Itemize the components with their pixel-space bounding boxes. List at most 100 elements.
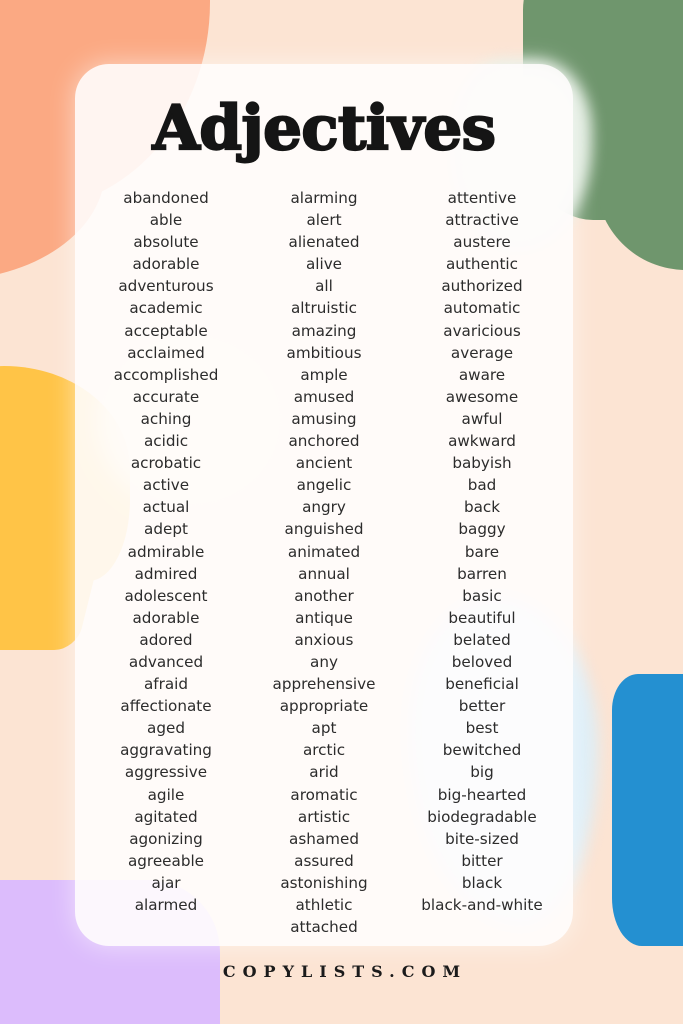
word-item: bite-sized	[445, 829, 519, 848]
word-item: austere	[453, 233, 511, 252]
word-item: altruistic	[290, 299, 357, 318]
word-item: belated	[453, 630, 511, 649]
word-item: absolute	[133, 233, 199, 252]
word-item: bewitched	[442, 741, 522, 760]
word-item: anchored	[288, 432, 360, 451]
word-item: baggy	[458, 520, 506, 539]
word-item: apprehensive	[272, 675, 376, 694]
word-item: aching	[140, 409, 192, 428]
word-item: better	[458, 697, 506, 716]
word-item: angelic	[296, 476, 352, 495]
blue-blob-decoration	[612, 674, 683, 946]
word-item: big-hearted	[437, 785, 527, 804]
word-item: aggravating	[120, 741, 212, 760]
word-item: abandoned	[123, 189, 209, 207]
word-item: arctic	[302, 741, 346, 760]
word-item: advanced	[128, 652, 204, 671]
word-item: any	[310, 652, 338, 671]
word-item: awful	[461, 409, 503, 428]
word-item: amused	[293, 387, 355, 406]
word-item: acrobatic	[130, 454, 202, 473]
word-item: biodegradable	[427, 807, 537, 826]
word-list-card: Adjectives abandoned able absolute adorable…	[75, 64, 573, 946]
word-item: agitated	[134, 807, 198, 826]
word-item: authentic	[445, 255, 518, 274]
word-item: aged	[147, 719, 185, 738]
word-item: awesome	[445, 387, 519, 406]
word-item: accurate	[132, 387, 200, 406]
word-item: agile	[147, 785, 185, 804]
word-item: best	[465, 719, 499, 738]
word-item: arid	[309, 763, 339, 782]
word-item: automatic	[443, 299, 521, 318]
word-item: basic	[462, 586, 502, 605]
word-item: avaricious	[443, 321, 521, 340]
word-item: attentive	[447, 189, 517, 207]
word-item: black-and-white	[421, 896, 543, 914]
word-item: acceptable	[124, 321, 208, 340]
word-item: acidic	[143, 432, 189, 451]
word-item: beautiful	[448, 608, 516, 627]
word-item: beloved	[451, 652, 513, 671]
word-item: average	[450, 343, 514, 362]
word-item: back	[463, 498, 501, 517]
word-item: anguished	[284, 520, 364, 539]
word-item: all	[315, 277, 333, 296]
site-watermark: COPYLISTS.COM	[222, 962, 468, 981]
word-item: awkward	[448, 432, 516, 451]
word-item: afraid	[143, 675, 189, 694]
word-item: adventurous	[118, 277, 214, 296]
word-item: aromatic	[290, 785, 358, 804]
column-2: alarming alert alienated alive all altruistic…	[245, 187, 403, 938]
word-item: bad	[467, 476, 497, 495]
word-item: accomplished	[113, 365, 219, 384]
word-item: ample	[300, 365, 348, 384]
word-item: ajar	[151, 873, 181, 892]
word-item: actual	[142, 498, 190, 517]
word-item: adolescent	[124, 586, 208, 605]
word-item: beneficial	[445, 675, 519, 694]
word-item: artistic	[297, 807, 351, 826]
word-item: ambitious	[286, 343, 362, 362]
column-1: abandoned able absolute adorable adventurous…	[87, 187, 245, 938]
word-item: animated	[287, 542, 361, 561]
word-item: alert	[306, 211, 342, 230]
word-item: amusing	[291, 409, 357, 428]
word-item: aware	[458, 365, 506, 384]
column-3: attentive attractive austere authentic autho…	[403, 187, 561, 938]
word-columns: abandoned able absolute adorable adventurous…	[75, 159, 573, 938]
word-item: authorized	[441, 277, 523, 296]
word-item: adorable	[132, 608, 200, 627]
word-item: barren	[457, 564, 507, 583]
word-item: babyish	[452, 454, 512, 473]
word-item: antique	[295, 608, 353, 627]
word-item: academic	[129, 299, 203, 318]
word-item: angry	[302, 498, 346, 517]
word-item: anxious	[294, 630, 354, 649]
word-item: admirable	[127, 542, 205, 561]
word-item: ashamed	[289, 829, 359, 848]
word-item: alarming	[290, 189, 358, 207]
word-item: bitter	[461, 851, 503, 870]
word-item: big	[470, 763, 494, 782]
word-item: amazing	[291, 321, 357, 340]
word-item: alarmed	[134, 896, 198, 914]
word-item: bare	[464, 542, 500, 561]
word-item: black	[461, 873, 503, 892]
word-item: attached	[290, 918, 358, 937]
poster-canvas: Adjectives abandoned able absolute adorable…	[0, 0, 683, 1024]
word-item: acclaimed	[127, 343, 205, 362]
word-item: affectionate	[120, 697, 212, 716]
word-item: attractive	[445, 211, 519, 230]
word-item: assured	[294, 851, 354, 870]
word-item: another	[294, 586, 354, 605]
word-item: agonizing	[129, 829, 203, 848]
word-item: aggressive	[124, 763, 208, 782]
word-item: athletic	[295, 896, 353, 914]
word-item: apt	[311, 719, 337, 738]
green-blob-secondary-decoration	[596, 0, 683, 270]
word-item: astonishing	[280, 873, 368, 892]
word-item: able	[149, 211, 183, 230]
word-item: adored	[139, 630, 193, 649]
word-item: adorable	[132, 255, 200, 274]
